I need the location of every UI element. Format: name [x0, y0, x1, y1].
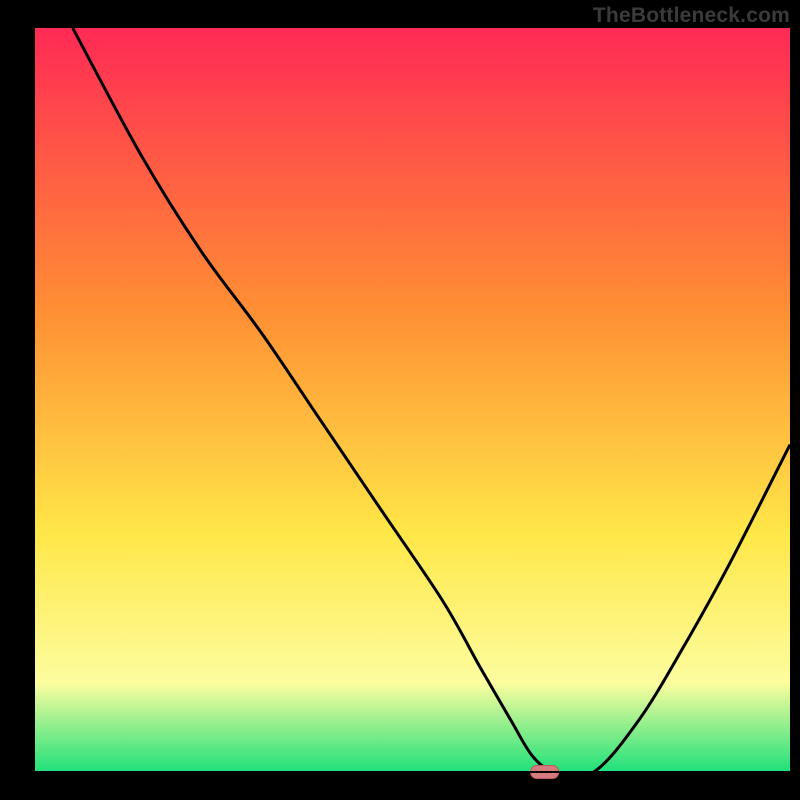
watermark-label: TheBottleneck.com [593, 4, 790, 28]
bottleneck-chart [0, 0, 800, 800]
chart-frame: TheBottleneck.com [0, 0, 800, 800]
